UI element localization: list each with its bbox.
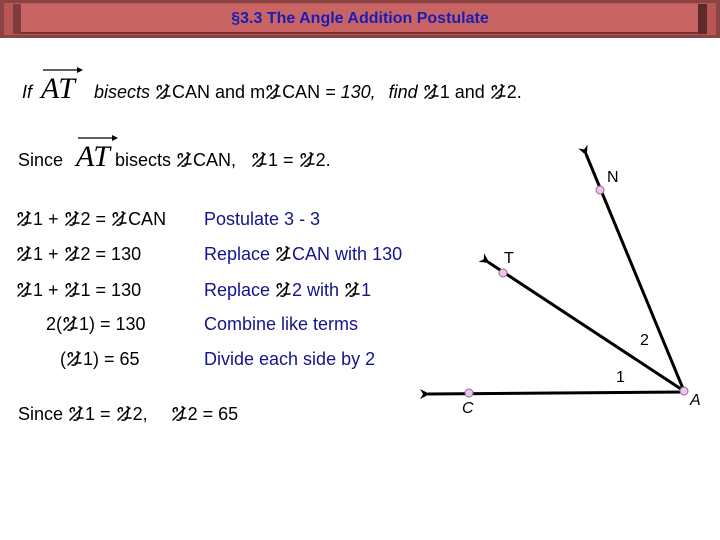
point-a xyxy=(679,386,689,396)
ray-at-line xyxy=(478,253,685,393)
point-t xyxy=(498,268,508,278)
angle-label-2: 2 xyxy=(640,332,649,349)
label-c: C xyxy=(462,400,474,417)
label-a: A xyxy=(690,392,701,409)
point-n xyxy=(595,185,605,195)
label-n: N xyxy=(607,169,619,186)
label-t: T xyxy=(504,250,514,267)
angle-label-1: 1 xyxy=(616,369,625,386)
angle-diagram xyxy=(419,144,689,400)
point-c xyxy=(464,388,474,398)
